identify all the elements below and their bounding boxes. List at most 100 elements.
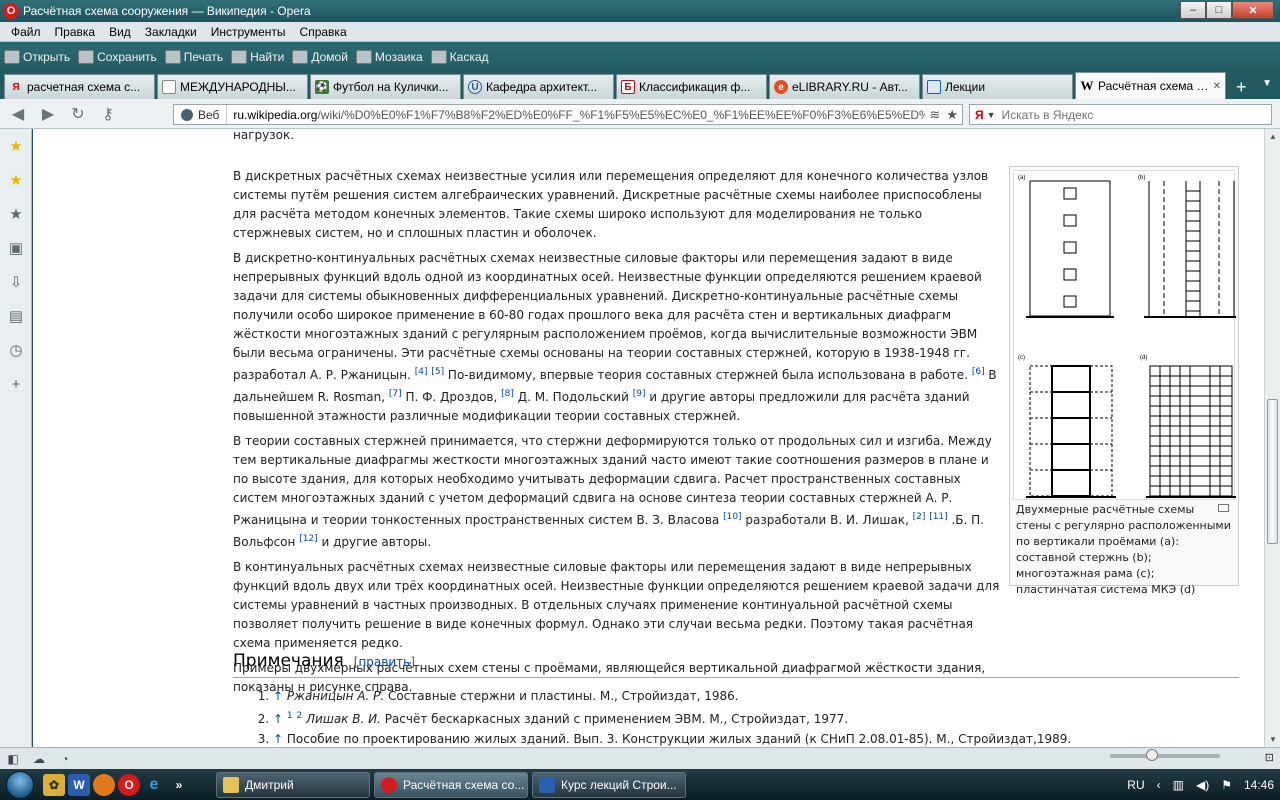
reference-link[interactable]: [2] [913,512,926,522]
menu-tools[interactable]: Инструменты [204,25,293,39]
save-button[interactable]: Сохранить [78,50,157,64]
menu-help[interactable]: Справка [293,25,354,39]
start-button[interactable] [0,769,40,800]
scroll-up-icon[interactable]: ▲ [1269,132,1277,141]
history-panel-icon[interactable]: ◷ [0,333,32,367]
opera-icon[interactable]: O [118,773,140,796]
clock[interactable]: 14:46 [1244,778,1274,792]
find-button[interactable]: Найти [231,50,284,64]
url-field[interactable]: Веб ru.wikipedia.org/wiki/%D0%E0%F1%F7%B… [173,104,963,125]
quicklaunch-app-icon[interactable]: ✿ [43,773,65,796]
cascade-button[interactable]: Каскад [430,50,489,64]
back-button[interactable]: ◀ [6,104,30,124]
backref-arrow[interactable]: ↑ [273,712,283,726]
figure-image[interactable]: (a) (b) (c) (d) [1013,170,1236,500]
reference-link[interactable]: [12] [299,534,317,544]
backref-arrow[interactable]: ↑ [273,689,283,703]
tab-2[interactable]: МЕЖДУНАРОДНЫ... [157,74,308,99]
bookmark-star-icon[interactable]: ★ [946,107,958,123]
minimize-button[interactable]: ‒ [1180,1,1206,19]
search-engine-dropdown-icon[interactable]: ▼ [987,110,1002,120]
reference-link[interactable]: [5] [431,367,444,377]
maximize-button[interactable]: □ [1206,1,1232,19]
quicklaunch-more-icon[interactable]: » [168,774,190,796]
printer-icon [164,50,181,64]
search-field[interactable]: Я ▼ [969,104,1272,125]
reference-link[interactable]: [11] [929,512,947,522]
ie-icon[interactable]: e [143,774,165,796]
forward-button[interactable]: ▶ [36,104,60,124]
wikipedia-icon: W [1080,78,1094,93]
zoom-knob[interactable] [1146,749,1158,761]
windows-panel-icon[interactable]: ▤ [0,299,32,333]
rss-icon[interactable]: ≋ [929,107,940,123]
scroll-thumb[interactable] [1267,399,1278,544]
open-button[interactable]: Открыть [4,50,70,64]
wand-key-button[interactable]: ⚷ [96,104,120,124]
football-icon: ⚽ [315,80,329,94]
volume-icon[interactable]: ◀) [1196,778,1209,792]
notes-panel-icon[interactable]: ▣ [0,231,32,265]
tab-5[interactable]: Б Классификация ф... [616,74,767,99]
bookmarks-panel-icon[interactable]: ★ [0,129,32,163]
menu-view[interactable]: Вид [102,25,138,39]
reference-link[interactable]: [7] [389,389,402,399]
cloud-icon[interactable]: ☁ [26,752,52,766]
reference-link[interactable]: [8] [501,389,514,399]
tab-4[interactable]: U Кафедра архитект... [463,74,614,99]
firefox-icon[interactable] [93,773,115,796]
word-icon[interactable]: W [68,773,90,796]
menu-edit[interactable]: Правка [48,25,103,39]
favorites-panel-icon[interactable]: ★ [0,163,32,197]
figure-thumbnail[interactable]: (a) (b) (c) (d) Двухмерные расчётные схе… [1009,166,1239,596]
tray-expand-icon[interactable]: ‹ [1157,778,1161,792]
downloads-panel-icon[interactable]: ⇩ [0,265,32,299]
scroll-down-icon[interactable]: ▼ [1269,735,1277,744]
task-user-folder[interactable]: Дмитрий [216,771,370,798]
backref-1[interactable]: 1 [287,711,293,721]
flag-icon[interactable]: ⚑ [1221,778,1232,792]
search-input[interactable] [1001,107,1271,122]
tab-3[interactable]: ⚽ Футбол на Кулички... [310,74,461,99]
home-button[interactable]: Домой [292,50,348,64]
enlarge-icon[interactable] [1218,504,1229,512]
edit-section-link[interactable]: править [358,655,410,669]
note-item: ↑ Ржаницын А. Р. Составные стержни и пла… [273,686,1239,706]
tab-list-icon[interactable]: ▼ [1262,78,1272,89]
add-panel-icon[interactable]: + [0,367,32,401]
tile-button[interactable]: Мозаика [355,50,423,64]
tab-8-active[interactable]: W Расчётная схема с... ✕ [1075,72,1226,99]
reference-link[interactable]: [6] [972,367,985,377]
notes-section: Примечания[править] ↑ Ржаницын А. Р. Сос… [233,651,1239,747]
vertical-scrollbar[interactable]: ▲ ▼ [1264,129,1280,747]
reference-link[interactable]: [10] [723,512,741,522]
panel-toggle-icon[interactable]: ◧ [0,752,26,766]
backref-arrow[interactable]: ↑ [273,732,283,746]
page-icon [927,80,941,94]
tab-close-icon[interactable]: ✕ [1213,81,1221,92]
print-button[interactable]: Печать [164,50,223,64]
close-button[interactable]: ✕ [1232,1,1274,19]
address-bar: ◀ ▶ ↻ ⚷ Веб ru.wikipedia.org/wiki/%D0%E0… [0,99,1280,129]
zoom-slider[interactable] [1110,749,1220,761]
speed-dial-icon[interactable]: ◔ [52,752,78,766]
web-badge[interactable]: Веб [174,105,228,124]
reload-button[interactable]: ↻ [66,104,90,124]
widgets-panel-icon[interactable]: ★ [0,197,32,231]
tab-7[interactable]: Лекции [922,74,1073,99]
new-tab-button[interactable]: + [1236,75,1247,99]
menu-bookmarks[interactable]: Закладки [138,25,204,39]
network-icon[interactable]: ▥ [1173,778,1184,792]
task-opera[interactable]: Расчётная схема со... [374,771,528,798]
reference-link[interactable]: [9] [633,389,646,399]
zoom-reset-icon[interactable]: ⊡ [1265,751,1274,764]
menu-file[interactable]: Файл [4,25,48,39]
tab-6[interactable]: e eLIBRARY.RU - Авт... [769,74,920,99]
reference-link[interactable]: [4] [415,367,428,377]
article-paragraph: В дискретно-континуальных расчётных схем… [233,251,997,423]
tab-1[interactable]: Ярасчетная схема с... [4,74,155,99]
backref-2[interactable]: 2 [296,711,302,721]
task-word-document[interactable]: Курс лекций Строи... [532,771,686,798]
url-text[interactable]: ru.wikipedia.org/wiki/%D0%E0%F1%F7%B8%F2… [227,108,925,122]
language-indicator[interactable]: RU [1127,778,1144,792]
